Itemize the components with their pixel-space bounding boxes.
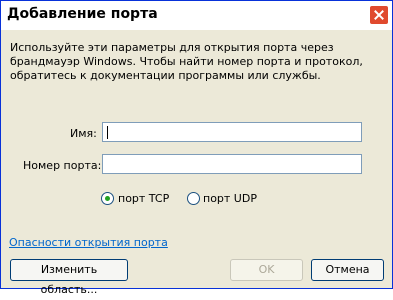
tcp-radio[interactable]: [101, 192, 114, 205]
udp-label[interactable]: порт UDP: [203, 192, 257, 205]
port-number-field[interactable]: [102, 154, 362, 174]
port-risks-link[interactable]: Опасности открытия порта: [9, 236, 168, 249]
tcp-label[interactable]: порт TCP: [118, 192, 169, 205]
cancel-button[interactable]: Отмена: [311, 259, 384, 281]
text-caret: [107, 126, 108, 139]
dialog-body: Используйте эти параметры для открытия п…: [4, 31, 389, 296]
change-scope-button[interactable]: Изменить область...: [10, 259, 128, 296]
dialog-title: Добавление порта: [7, 6, 158, 22]
close-icon[interactable]: [369, 5, 389, 25]
name-label: Имя:: [70, 127, 97, 140]
port-number-label: Номер порта:: [23, 159, 102, 172]
title-bar: Добавление порта: [1, 1, 392, 30]
description-text: Используйте эти параметры для открытия п…: [10, 41, 363, 82]
ok-button[interactable]: OK: [230, 259, 303, 281]
name-field[interactable]: [102, 122, 362, 142]
udp-radio[interactable]: [187, 192, 200, 205]
add-port-dialog: Добавление порта Используйте эти парамет…: [0, 0, 393, 296]
